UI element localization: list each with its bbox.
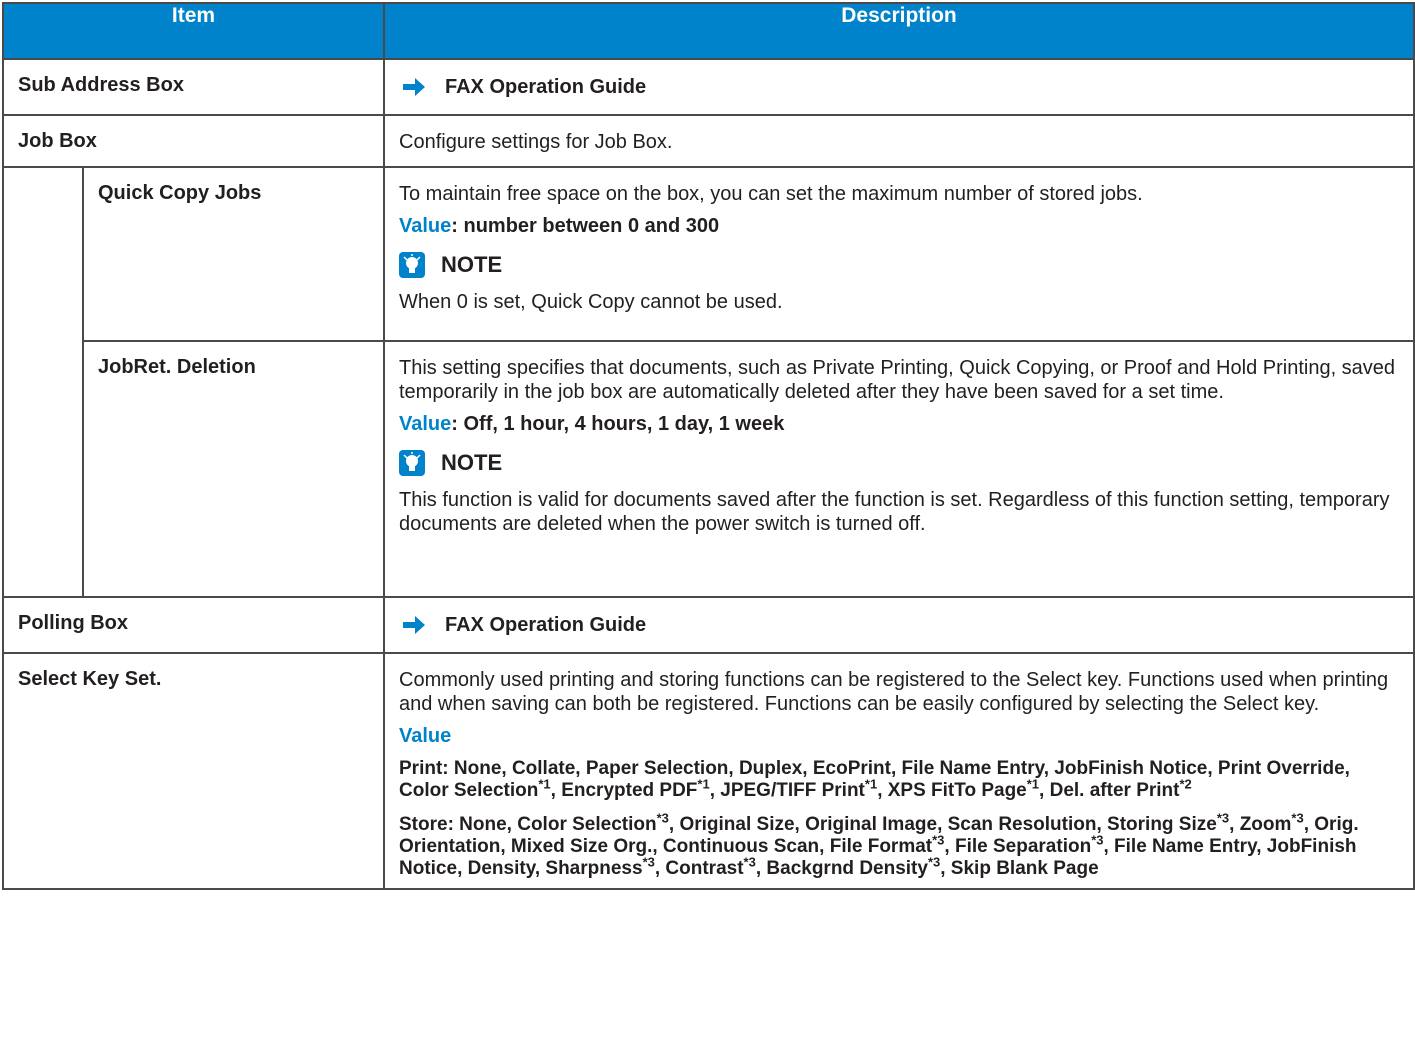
note-heading: NOTE <box>399 450 1399 476</box>
note-bulb-icon <box>399 252 425 278</box>
row-desc-select-key-set: Commonly used printing and storing funct… <box>399 669 1389 715</box>
table-row: Select Key Set. Commonly used printing a… <box>2 652 1415 890</box>
value-heading: Value <box>399 725 452 747</box>
note-text: This function is valid for documents sav… <box>399 489 1390 535</box>
table-row: Quick Copy Jobs To maintain free space o… <box>2 166 1415 597</box>
settings-table-page: Item Description Sub Address Box FAX Ope… <box>0 0 1415 1046</box>
row-label-quick-copy-jobs: Quick Copy Jobs <box>82 166 385 342</box>
value-line: Value: Off, 1 hour, 4 hours, 1 day, 1 we… <box>399 413 785 435</box>
row-desc-jobret-deletion: This setting specifies that documents, s… <box>399 357 1396 403</box>
note-text: When 0 is set, Quick Copy cannot be used… <box>399 291 783 313</box>
row-label-polling-box: Polling Box <box>2 596 385 654</box>
row-label-sub-address-box: Sub Address Box <box>2 58 385 116</box>
print-values: Print: None, Collate, Paper Selection, D… <box>399 758 1350 801</box>
store-values: Store: None, Color Selection*3, Original… <box>399 810 1359 879</box>
table-row: JobRet. Deletion This setting specifies … <box>3 340 1415 598</box>
reference-label: FAX Operation Guide <box>445 76 647 98</box>
table-row: Job Box Configure settings for Job Box. <box>2 114 1415 168</box>
reference-label: FAX Operation Guide <box>445 614 647 636</box>
table-row: Sub Address Box FAX Operation Guide <box>2 58 1415 116</box>
header-description: Description <box>383 2 1415 60</box>
value-line: Value: number between 0 and 300 <box>399 215 720 237</box>
row-label-job-box: Job Box <box>2 114 385 168</box>
indent-spacer <box>2 167 84 597</box>
arrow-right-icon <box>403 78 425 96</box>
reference-link[interactable]: FAX Operation Guide <box>399 74 1399 100</box>
row-desc-quick-copy-jobs: To maintain free space on the box, you c… <box>399 183 1143 205</box>
settings-table: Item Description Sub Address Box FAX Ope… <box>2 2 1415 890</box>
row-label-select-key-set: Select Key Set. <box>2 652 385 890</box>
table-header-row: Item Description <box>2 2 1415 60</box>
table-row: Polling Box FAX Operation Guide <box>2 596 1415 654</box>
row-desc-job-box: Configure settings for Job Box. <box>383 114 1415 168</box>
row-label-jobret-deletion: JobRet. Deletion <box>82 340 385 598</box>
note-heading: NOTE <box>399 252 1399 278</box>
arrow-right-icon <box>403 616 425 634</box>
header-item: Item <box>2 2 385 60</box>
note-bulb-icon <box>399 450 425 476</box>
reference-link[interactable]: FAX Operation Guide <box>399 612 1399 638</box>
